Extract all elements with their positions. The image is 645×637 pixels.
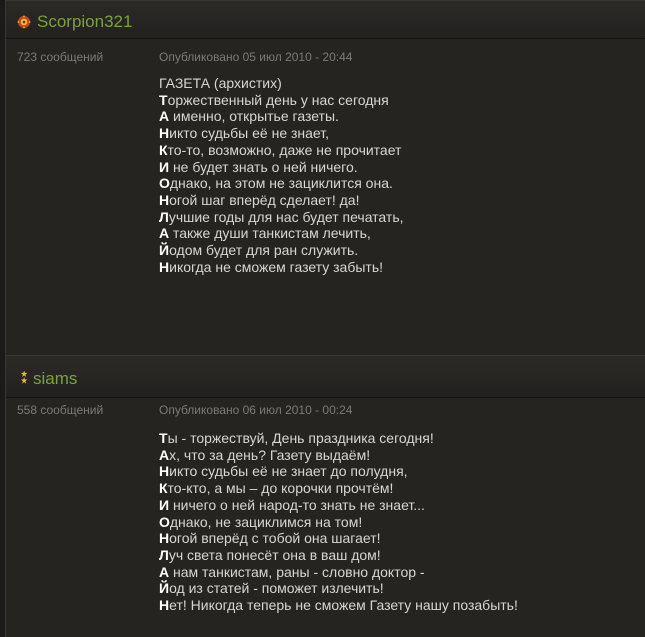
acrostic-letter: Л [159,546,169,563]
poem-line: А также души танкистам лечить, [159,225,404,242]
forum-post: siams 558 сообщений Опубликовано 06 июл … [5,355,645,637]
acrostic-letter: Й [159,580,170,597]
acrostic-letter: Н [159,597,170,614]
acrostic-letter: Т [159,91,168,108]
poem-line-text: не будет знать о ней ничего. [169,158,358,175]
poem-line: И ничего о ней народ-то знать не знает..… [159,497,518,514]
acrostic-letter: Й [159,242,170,259]
acrostic-letter: Н [159,125,170,142]
message-count: 723 сообщений [17,50,104,64]
poem-line: А нам танкистам, раны - словно доктор - [159,564,518,581]
acrostic-letter: А [159,563,170,580]
acrostic-letter: Н [159,258,170,275]
poem-line: Ах, что за день? Газету выдаём! [159,447,518,464]
post-header: Scorpion321 [6,1,645,39]
author-name-link[interactable]: Scorpion321 [37,12,132,32]
poem-line-text: днако, на этом не зациклится она. [169,175,393,192]
poem-line: Торжественный день у нас сегодня [159,92,404,109]
acrostic-letter: Л [159,208,169,225]
acrostic-letter: Н [159,191,170,208]
poem-line-text: ет! Никогда теперь не сможем Газету нашу… [169,597,518,614]
poem-line: Ногой вперёд с тобой она шагает! [159,530,518,547]
message-count: 558 сообщений [17,403,104,417]
poem-line-text: учшие годы для нас будет печатать, [168,208,404,225]
post-date: Опубликовано 05 июл 2010 - 20:44 [159,50,353,64]
rank-star-icon [20,371,28,384]
acrostic-letter: К [159,480,168,497]
acrostic-letter: А [159,446,170,463]
poem-line: ГАЗЕТА (архистих) [159,75,404,92]
acrostic-letter: О [159,513,170,530]
acrostic-letter: А [159,225,170,242]
poem-line-text: од из статей - поможет излечить! [169,580,384,597]
acrostic-letter: А [159,108,170,125]
gear-flower-icon [17,15,31,29]
author-name-link[interactable]: siams [33,369,77,389]
acrostic-letter: И [159,158,170,175]
poem-line-text: икто судьбы её не знает до полудня, [169,463,408,480]
poem-line: Лучшие годы для нас будет печатать, [159,209,404,226]
poem-line-text: то-кто, а мы – до корочки прочтём! [167,480,394,497]
forum-post: Scorpion321 723 сообщений Опубликовано 0… [5,0,645,355]
poem-line-text: ничего о ней народ-то знать не знает... [169,496,425,513]
poem-line: Ты - торжествуй, День праздника сегодня! [159,430,518,447]
poem-line-text: ы - торжествуй, День праздника сегодня! [167,430,434,446]
poem-line: Луч света понесёт она в ваш дом! [159,547,518,564]
post-body: Ты - торжествуй, День праздника сегодня!… [159,430,518,614]
poem-line-text: икогда не сможем газету забыть! [169,258,384,275]
poem-line: Однако, не зациклимся на том! [159,514,518,531]
poem-line: Нет! Никогда теперь не сможем Газету наш… [159,597,518,614]
poem-line-text: также души танкистам лечить, [169,225,371,242]
acrostic-letter: О [159,175,170,192]
poem-line-text: то-то, возможно, даже не прочитает [167,141,402,158]
poem-line-text: икто судьбы её не знает, [169,125,330,142]
poem-line: Йодом будет для ран служить. [159,242,404,259]
acrostic-letter: К [159,141,168,158]
post-date: Опубликовано 06 июл 2010 - 00:24 [159,403,353,417]
acrostic-letter: И [159,496,170,513]
poem-line: Никогда не сможем газету забыть! [159,259,404,276]
poem-line-text: огой шаг вперёд сделает! да! [169,191,360,208]
poem-line: И не будет знать о ней ничего. [159,159,404,176]
poem-line-text: уч света понесёт она в ваш дом! [168,546,381,563]
acrostic-letter: Н [159,530,170,547]
poem-line-text: днако, не зациклимся на том! [169,513,363,530]
poem-line-text: х, что за день? Газету выдаём! [169,446,371,463]
poem-line: Кто-то, возможно, даже не прочитает [159,142,404,159]
poem-line: Йод из статей - поможет излечить! [159,580,518,597]
poem-line-text: ГАЗЕТА (архистих) [159,75,282,91]
acrostic-letter: Т [159,430,168,446]
poem-line-text: именно, открытье газеты. [169,108,339,125]
post-header: siams [6,356,645,398]
acrostic-letter: Н [159,463,170,480]
poem-line-text: нам танкистам, раны - словно доктор - [169,563,425,580]
poem-line: Ногой шаг вперёд сделает! да! [159,192,404,209]
poem-line-text: огой вперёд с тобой она шагает! [169,530,381,547]
poem-line: Никто судьбы её не знает, [159,125,404,142]
post-body: ГАЗЕТА (архистих) Торжественный день у на… [159,75,404,275]
poem-line-text: оржественный день у нас сегодня [167,91,389,108]
poem-line: А именно, открытье газеты. [159,108,404,125]
poem-line: Кто-кто, а мы – до корочки прочтём! [159,480,518,497]
poem-line: Однако, на этом не зациклится она. [159,175,404,192]
poem-line-text: одом будет для ран служить. [169,242,359,259]
poem-line: Никто судьбы её не знает до полудня, [159,463,518,480]
